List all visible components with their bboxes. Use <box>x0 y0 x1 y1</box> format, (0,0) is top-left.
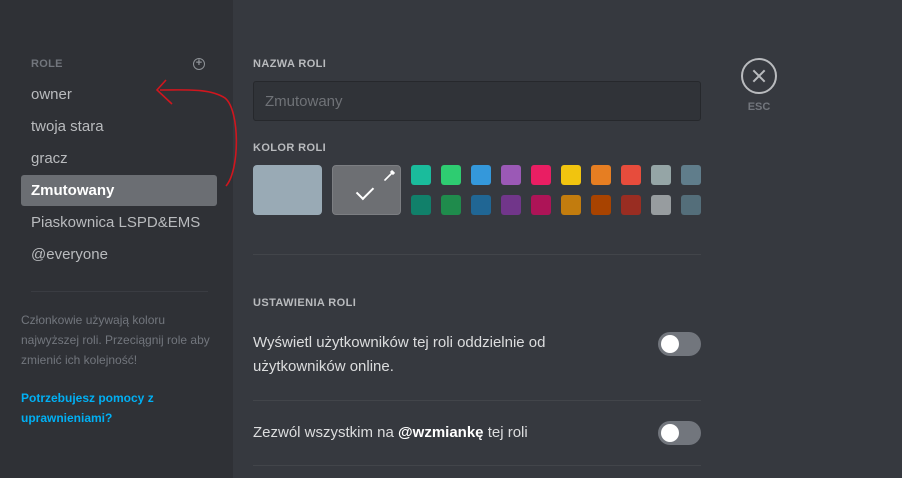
color-swatch[interactable] <box>651 195 671 215</box>
color-swatch[interactable] <box>621 165 641 185</box>
color-swatch[interactable] <box>651 165 671 185</box>
add-role-icon[interactable]: + <box>193 58 205 70</box>
role-settings-label: USTAWIENIA ROLI <box>253 297 357 309</box>
color-swatch[interactable] <box>561 195 581 215</box>
color-swatch[interactable] <box>441 165 461 185</box>
role-color-label: KOLOR ROLI <box>253 142 327 154</box>
color-swatch[interactable] <box>441 195 461 215</box>
mentionable-toggle[interactable] <box>658 421 701 445</box>
role-settings-panel <box>233 0 902 478</box>
color-swatch[interactable] <box>471 165 491 185</box>
color-swatch[interactable] <box>531 165 551 185</box>
role-item-piaskownica[interactable]: Piaskownica LSPD&EMS <box>21 207 217 238</box>
roles-header: ROLE <box>31 58 63 70</box>
setting-divider <box>253 400 701 401</box>
close-button[interactable] <box>741 58 777 94</box>
esc-label: ESC <box>747 101 771 113</box>
color-swatch[interactable] <box>561 165 581 185</box>
color-swatch[interactable] <box>591 195 611 215</box>
toggle-knob <box>661 424 679 442</box>
color-swatch[interactable] <box>621 195 641 215</box>
setting-divider <box>253 465 701 466</box>
color-swatch[interactable] <box>411 165 431 185</box>
section-divider <box>253 254 701 255</box>
role-item-twoja-stara[interactable]: twoja stara <box>21 111 217 142</box>
color-swatch[interactable] <box>411 195 431 215</box>
role-name-label: NAZWA ROLI <box>253 58 327 70</box>
role-name-input[interactable] <box>253 81 701 121</box>
eyedropper-icon <box>384 170 395 181</box>
role-item-owner[interactable]: owner <box>21 79 217 110</box>
color-swatch[interactable] <box>591 165 611 185</box>
color-swatch[interactable] <box>531 195 551 215</box>
mentionable-setting-text: Zezwól wszystkim na @wzmiankę tej roli <box>253 424 528 441</box>
separate-display-setting-text: Wyświetl użytkowników tej roli oddzielni… <box>253 334 546 375</box>
roles-sidebar: ROLE + owner twoja stara gracz Zmutowany… <box>0 0 233 478</box>
color-swatch[interactable] <box>471 195 491 215</box>
permissions-help-link[interactable]: Potrzebujesz pomocy z uprawnieniami? <box>21 388 211 428</box>
toggle-knob <box>661 335 679 353</box>
role-item-everyone[interactable]: @everyone <box>21 239 217 270</box>
default-color-swatch[interactable] <box>253 165 322 215</box>
color-swatch[interactable] <box>501 195 521 215</box>
role-item-gracz[interactable]: gracz <box>21 143 217 174</box>
role-order-hint: Członkowie używają koloru najwyższej rol… <box>21 313 210 367</box>
color-swatch[interactable] <box>681 165 701 185</box>
color-swatch[interactable] <box>501 165 521 185</box>
color-swatch[interactable] <box>681 195 701 215</box>
separate-display-toggle[interactable] <box>658 332 701 356</box>
sidebar-divider <box>31 291 208 292</box>
role-item-zmutowany[interactable]: Zmutowany <box>21 175 217 206</box>
